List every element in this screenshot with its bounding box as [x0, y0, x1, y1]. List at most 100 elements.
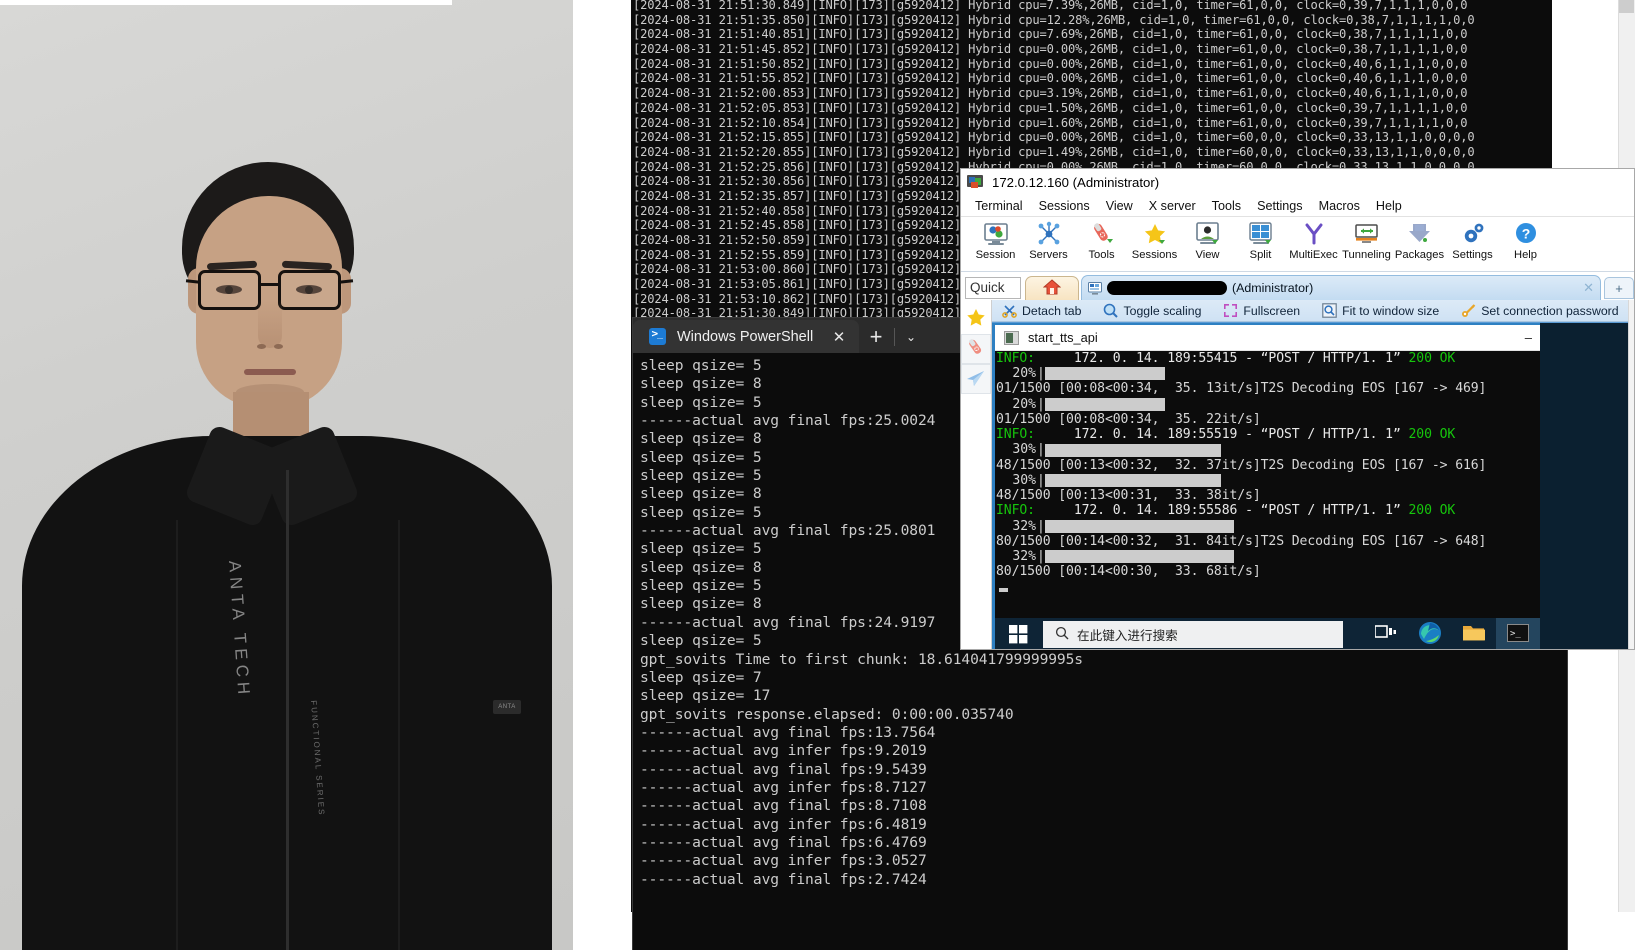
subject-nostril-left: [257, 344, 266, 349]
fit-to-window-button[interactable]: Fit to window size: [1322, 303, 1451, 318]
toolbar-settings-button[interactable]: Settings: [1446, 221, 1499, 261]
progress-percent: 30%: [1012, 442, 1036, 458]
taskbar-file-explorer-button[interactable]: [1452, 618, 1496, 649]
toolbar-packages-button[interactable]: Packages: [1393, 221, 1446, 261]
toolbar-split-label: Split: [1249, 249, 1272, 261]
log-scrollbar-thumb[interactable]: [1619, 0, 1634, 13]
minimize-icon[interactable]: –: [1525, 330, 1532, 345]
toolbar-settings-label: Settings: [1452, 249, 1493, 261]
toolbar-tunneling-button[interactable]: Tunneling: [1340, 221, 1393, 261]
progress-bar-pipe: |: [1037, 472, 1045, 488]
progress-percent: 32%: [1012, 518, 1036, 534]
command-prompt-icon: >_: [1507, 624, 1529, 645]
progress-bar-pipe: |: [1037, 366, 1045, 382]
sidebar-item-favorites[interactable]: [961, 304, 991, 334]
mobaxterm-vertical-scrollbar[interactable]: [1627, 300, 1634, 649]
taskbar-task-view-button[interactable]: [1364, 618, 1408, 649]
menu-macros[interactable]: Macros: [1311, 197, 1368, 215]
detach-scissors-icon: [1002, 303, 1017, 318]
toolbar-session-button[interactable]: Session: [969, 221, 1022, 261]
tab-home[interactable]: [1025, 276, 1079, 300]
progress-bar-row: 20% |: [995, 397, 1540, 412]
mobaxterm-titlebar[interactable]: 172.0.12.160 (Administrator): [961, 169, 1634, 195]
mobaxterm-window[interactable]: 172.0.12.160 (Administrator) Terminal Se…: [960, 168, 1635, 650]
menu-settings[interactable]: Settings: [1249, 197, 1311, 215]
progress-bar-fill: [1044, 550, 1234, 564]
menu-terminal[interactable]: Terminal: [967, 197, 1031, 215]
console-log-line: 80/1500 [00:14<00:30, 33. 68it/s]: [996, 564, 1261, 580]
toolbar-view-button[interactable]: View: [1181, 221, 1234, 261]
detach-tab-button[interactable]: Detach tab: [1002, 303, 1093, 318]
svg-text:>_: >_: [1510, 629, 1521, 639]
powershell-tab[interactable]: Windows PowerShell ✕: [633, 320, 859, 353]
menu-sessions[interactable]: Sessions: [1031, 197, 1098, 215]
console-log-line: 48/1500 [00:13<00:32, 32. 37it/s]T2S Dec…: [996, 457, 1487, 473]
toolbar-multiexec-button[interactable]: MultiExec: [1287, 221, 1340, 261]
set-connection-password-label: Set connection password: [1481, 303, 1619, 318]
windows-start-icon[interactable]: [995, 618, 1041, 649]
start-tts-api-console[interactable]: INFO: 172. 0. 14. 189:55415 - “POST / HT…: [995, 351, 1540, 619]
toolbar-view-label: View: [1195, 249, 1220, 261]
toolbar-sessions-button[interactable]: Sessions: [1128, 221, 1181, 261]
eyeglasses-bridge: [260, 283, 279, 286]
close-icon[interactable]: ✕: [827, 325, 851, 349]
toolbar-tools-button[interactable]: Tools: [1075, 221, 1128, 261]
search-icon: [1055, 626, 1069, 643]
menu-view[interactable]: View: [1098, 197, 1141, 215]
windows-taskbar: 在此键入进行搜索 >_: [995, 618, 1540, 649]
mobaxterm-sidebar: [961, 300, 992, 649]
powershell-tab-title: Windows PowerShell: [677, 328, 814, 345]
fit-window-icon: [1322, 303, 1337, 318]
fullscreen-button[interactable]: Fullscreen: [1223, 303, 1312, 318]
subject-mouth: [244, 369, 296, 375]
progress-bar-fill: [1044, 397, 1165, 411]
screen-root: ANTA TECH FUNCTIONAL SERIES ANTA [2024-0…: [0, 0, 1635, 950]
menu-xserver[interactable]: X server: [1141, 197, 1204, 215]
webcam-top-strip: [0, 0, 452, 5]
progress-bar-row: 30% |: [995, 473, 1540, 488]
log-request-text: 172. 0. 14. 189:55519 - “POST / HTTP/1. …: [1034, 427, 1409, 443]
taskbar-edge-button[interactable]: [1408, 618, 1452, 649]
taskbar-command-prompt-button[interactable]: >_: [1496, 618, 1540, 649]
paper-plane-icon: [965, 367, 987, 392]
menu-tools[interactable]: Tools: [1204, 197, 1249, 215]
tools-icon: [1089, 221, 1115, 247]
menu-help[interactable]: Help: [1368, 197, 1410, 215]
sidebar-item-tools[interactable]: [961, 334, 991, 364]
log-request-text: 172. 0. 14. 189:55415 - “POST / HTTP/1. …: [1034, 351, 1409, 366]
toolbar-servers-label: Servers: [1029, 249, 1068, 261]
toolbar-tunneling-label: Tunneling: [1342, 249, 1391, 261]
close-icon[interactable]: ✕: [1583, 280, 1594, 296]
quick-connect-input[interactable]: Quick: [965, 277, 1021, 299]
toolbar-help-button[interactable]: ? Help: [1499, 221, 1552, 261]
new-tab-button[interactable]: +: [859, 320, 893, 353]
progress-bar-row: 30% |: [995, 442, 1540, 458]
log-status-code: 200 OK: [1408, 351, 1456, 366]
toggle-scaling-button[interactable]: Toggle scaling: [1103, 303, 1213, 318]
console-log-line: INFO: 172. 0. 14. 189:55586 - “POST / HT…: [995, 503, 1540, 518]
eyeglasses-lens-left: [198, 270, 261, 310]
svg-text:?: ?: [1521, 226, 1530, 242]
favorites-star-icon: [965, 307, 987, 332]
toolbar-split-button[interactable]: Split: [1234, 221, 1287, 261]
console-window-icon: [1004, 330, 1019, 345]
start-tts-api-window[interactable]: start_tts_api – INFO: 172. 0. 14. 189:55…: [995, 323, 1540, 619]
toolbar-sessions-label: Sessions: [1131, 249, 1178, 261]
start-tts-api-titlebar[interactable]: start_tts_api –: [995, 325, 1540, 351]
chevron-down-icon[interactable]: ⌄: [896, 320, 926, 353]
set-connection-password-button[interactable]: Set connection password: [1461, 303, 1630, 318]
new-tab-button[interactable]: +: [1604, 277, 1634, 299]
tab-rdp-session[interactable]: (Administrator) ✕: [1081, 275, 1601, 300]
sidebar-item-send[interactable]: [961, 364, 991, 394]
rdp-remote-desktop-screen[interactable]: start_tts_api – INFO: 172. 0. 14. 189:55…: [992, 322, 1634, 649]
taskbar-search-input[interactable]: 在此键入进行搜索: [1043, 621, 1343, 648]
progress-bar-fill: [1044, 367, 1165, 381]
webcam-video-feed[interactable]: ANTA TECH FUNCTIONAL SERIES ANTA: [0, 0, 573, 950]
session-icon: [983, 221, 1009, 247]
console-cursor: [999, 588, 1008, 592]
mobaxterm-menubar: Terminal Sessions View X server Tools Se…: [961, 195, 1634, 217]
toolbar-servers-button[interactable]: Servers: [1022, 221, 1075, 261]
tab-rdp-session-label: (Administrator): [1232, 281, 1314, 295]
servers-icon: [1036, 221, 1062, 247]
progress-bar-pipe: |: [1037, 518, 1045, 534]
